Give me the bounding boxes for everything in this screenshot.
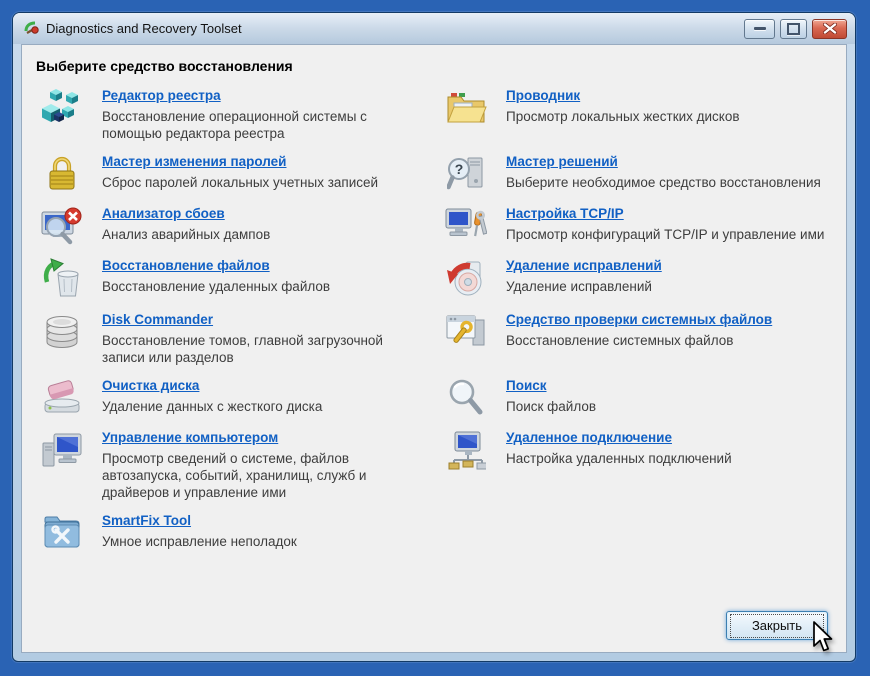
tool-item-explorer: Проводник Просмотр локальных жестких дис… (440, 87, 832, 128)
tool-desc-disk-wipe: Удаление данных с жесткого диска (102, 398, 424, 415)
tool-desc-computer-management: Просмотр сведений о системе, файлов авто… (102, 450, 424, 501)
tool-link-search[interactable]: Поиск (506, 377, 547, 395)
tool-link-hotfix-uninstall[interactable]: Удаление исправлений (506, 257, 662, 275)
tool-link-locksmith[interactable]: Мастер изменения паролей (102, 153, 286, 171)
tool-desc-search: Поиск файлов (506, 398, 828, 415)
tool-item-registry-editor: Редактор реестра Восстановление операцио… (36, 87, 428, 142)
tool-item-search: Поиск Поиск файлов (440, 377, 832, 418)
close-button-label: Закрыть (730, 614, 824, 638)
tool-desc-registry-editor: Восстановление операционной системы с по… (102, 108, 424, 142)
svg-text:?: ? (455, 161, 464, 177)
disk-commander-icon (36, 311, 88, 352)
dart-app-icon (23, 20, 40, 37)
solution-wizard-icon: ? (440, 153, 492, 194)
maximize-button[interactable] (780, 19, 807, 39)
tool-link-disk-wipe[interactable]: Очистка диска (102, 377, 199, 395)
title-bar[interactable]: Diagnostics and Recovery Toolset (13, 13, 855, 44)
window-controls (744, 19, 847, 39)
tool-desc-hotfix-uninstall: Удаление исправлений (506, 278, 828, 295)
window-title: Diagnostics and Recovery Toolset (46, 21, 242, 36)
tool-link-sfc[interactable]: Средство проверки системных файлов (506, 311, 772, 329)
tool-item-tcpip-config: Настройка TCP/IP Просмотр конфигураций T… (440, 205, 832, 246)
tool-item-locksmith: Мастер изменения паролей Сброс паролей л… (36, 153, 428, 194)
dart-window: Diagnostics and Recovery Toolset Выберит… (12, 12, 856, 662)
remote-connection-icon (440, 429, 492, 472)
explorer-icon (440, 87, 492, 128)
tool-link-remote-connection[interactable]: Удаленное подключение (506, 429, 672, 447)
minimize-icon (754, 27, 766, 30)
tool-link-disk-commander[interactable]: Disk Commander (102, 311, 213, 329)
tool-link-computer-management[interactable]: Управление компьютером (102, 429, 278, 447)
tool-item-remote-connection: Удаленное подключение Настройка удаленны… (440, 429, 832, 472)
tool-desc-solution-wizard: Выберите необходимое средство восстановл… (506, 174, 828, 191)
tool-desc-sfc: Восстановление системных файлов (506, 332, 828, 349)
tool-item-sfc: Средство проверки системных файлов Восст… (440, 311, 832, 352)
tool-link-file-restore[interactable]: Восстановление файлов (102, 257, 270, 275)
registry-editor-icon (36, 87, 88, 130)
tool-desc-smartfix: Умное исправление неполадок (102, 533, 424, 550)
maximize-icon (787, 23, 800, 35)
tool-link-crash-analyzer[interactable]: Анализатор сбоев (102, 205, 225, 223)
tool-item-solution-wizard: ? Мастер решений Выберите необходимое ср… (440, 153, 832, 194)
hotfix-uninstall-icon (440, 257, 492, 298)
smartfix-icon (36, 512, 88, 551)
tool-link-tcpip-config[interactable]: Настройка TCP/IP (506, 205, 624, 223)
tool-link-smartfix[interactable]: SmartFix Tool (102, 512, 191, 530)
tool-desc-tcpip-config: Просмотр конфигураций TCP/IP и управлени… (506, 226, 828, 243)
file-restore-icon (36, 257, 88, 300)
close-window-button[interactable] (812, 19, 847, 39)
client-area: Выберите средство восстановления Редакто… (21, 44, 847, 653)
computer-management-icon (36, 429, 88, 470)
minimize-button[interactable] (744, 19, 775, 39)
tool-item-disk-wipe: Очистка диска Удаление данных с жесткого… (36, 377, 428, 418)
tool-desc-file-restore: Восстановление удаленных файлов (102, 278, 424, 295)
locksmith-icon (36, 153, 88, 194)
tool-link-explorer[interactable]: Проводник (506, 87, 580, 105)
close-button[interactable]: Закрыть (726, 611, 828, 640)
sfc-icon (440, 311, 492, 352)
page-title: Выберите средство восстановления (36, 58, 832, 74)
tool-item-file-restore: Восстановление файлов Восстановление уда… (36, 257, 428, 300)
disk-wipe-icon (36, 377, 88, 418)
tool-desc-disk-commander: Восстановление томов, главной загрузочно… (102, 332, 424, 366)
tool-item-crash-analyzer: Анализатор сбоев Анализ аварийных дампов (36, 205, 428, 246)
close-icon (823, 23, 837, 34)
tool-item-computer-management: Управление компьютером Просмотр сведений… (36, 429, 428, 501)
tool-desc-crash-analyzer: Анализ аварийных дампов (102, 226, 424, 243)
crash-analyzer-icon (36, 205, 88, 246)
search-icon (440, 377, 492, 418)
tcpip-config-icon (440, 205, 492, 246)
tool-desc-remote-connection: Настройка удаленных подключений (506, 450, 828, 467)
tool-item-disk-commander: Disk Commander Восстановление томов, гла… (36, 311, 428, 366)
tool-item-hotfix-uninstall: Удаление исправлений Удаление исправлени… (440, 257, 832, 298)
tool-link-registry-editor[interactable]: Редактор реестра (102, 87, 221, 105)
tool-desc-explorer: Просмотр локальных жестких дисков (506, 108, 828, 125)
tool-item-smartfix: SmartFix Tool Умное исправление неполадо… (36, 512, 428, 551)
tools-grid: Редактор реестра Восстановление операцио… (36, 87, 832, 551)
tool-desc-locksmith: Сброс паролей локальных учетных записей (102, 174, 424, 191)
tool-link-solution-wizard[interactable]: Мастер решений (506, 153, 618, 171)
